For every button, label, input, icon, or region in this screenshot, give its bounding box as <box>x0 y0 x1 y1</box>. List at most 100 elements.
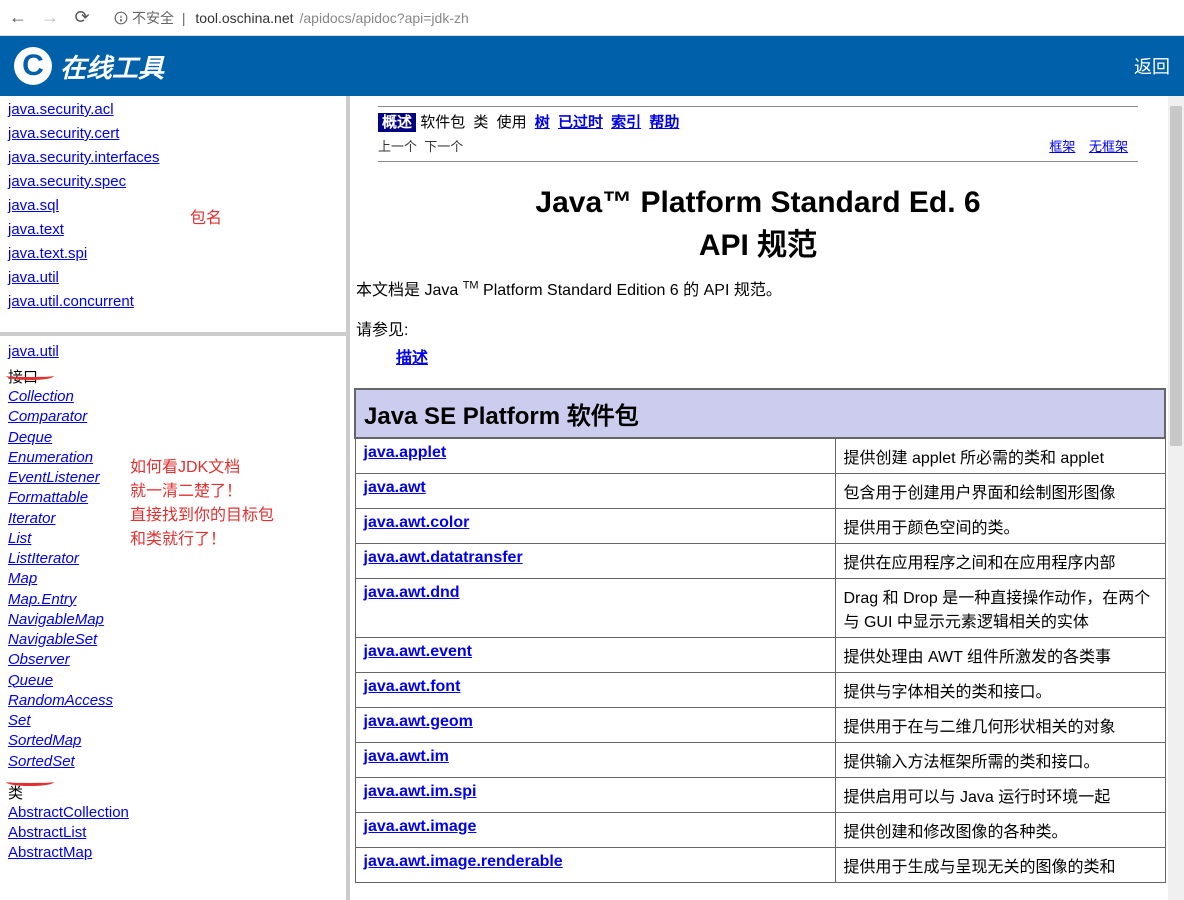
packages-table: Java SE Platform 软件包 java.applet 提供创建 app… <box>354 388 1166 883</box>
package-table-link[interactable]: java.applet <box>364 444 447 461</box>
package-link[interactable]: java.security.acl <box>8 98 338 122</box>
interface-link[interactable]: NavigableMap <box>8 610 338 630</box>
address-bar[interactable]: 不安全 | tool.oschina.net/apidocs/apidoc?ap… <box>104 8 1176 28</box>
package-table-link[interactable]: java.awt.geom <box>364 713 473 730</box>
package-table-link[interactable]: java.awt.dnd <box>364 584 460 601</box>
interface-link[interactable]: SortedSet <box>8 752 338 772</box>
interface-link[interactable]: RandomAccess <box>8 691 338 711</box>
package-table-link[interactable]: java.awt.image <box>364 818 477 835</box>
package-link[interactable]: java.security.cert <box>8 122 338 146</box>
nav-frames[interactable]: 框架 <box>1049 139 1075 154</box>
nav-use: 使用 <box>497 114 527 131</box>
packages-frame[interactable]: java.security.acljava.security.certjava.… <box>0 96 346 336</box>
main-frame[interactable]: 概述 软件包 类 使用 树 已过时 索引 帮助 上一个 下一个 框架 <box>350 96 1184 900</box>
package-table-link[interactable]: java.awt <box>364 479 426 496</box>
back-icon[interactable]: ← <box>8 8 28 28</box>
header-back-link[interactable]: 返回 <box>1134 53 1170 79</box>
package-desc: 提供启用可以与 Java 运行时环境一起 <box>835 778 1165 813</box>
package-desc: 提供用于在与二维几何形状相关的对象 <box>835 708 1165 743</box>
api-description: 本文档是 Java TM Platform Standard Edition 6… <box>356 276 1166 300</box>
package-table-link[interactable]: java.awt.event <box>364 643 473 660</box>
class-link[interactable]: AbstractMap <box>8 843 338 863</box>
table-row: java.awt.image 提供创建和修改图像的各种类。 <box>355 813 1165 848</box>
package-desc: 提供创建和修改图像的各种类。 <box>835 813 1165 848</box>
interface-link[interactable]: Set <box>8 711 338 731</box>
url-path: /apidocs/apidoc?api=jdk-zh <box>300 10 469 26</box>
package-desc: 包含用于创建用户界面和绘制图形图像 <box>835 474 1165 509</box>
nav-overview[interactable]: 概述 <box>378 113 416 132</box>
table-row: java.awt.geom 提供用于在与二维几何形状相关的对象 <box>355 708 1165 743</box>
logo-icon[interactable]: C <box>14 47 52 85</box>
package-table-link[interactable]: java.awt.im.spi <box>364 783 477 800</box>
reload-icon[interactable]: ⟳ <box>72 8 92 28</box>
package-desc: 提供用于颜色空间的类。 <box>835 509 1165 544</box>
package-link[interactable]: java.text.spi <box>8 242 338 266</box>
package-desc: 提供处理由 AWT 组件所激发的各类事 <box>835 638 1165 673</box>
interface-link[interactable]: Queue <box>8 671 338 691</box>
interface-link[interactable]: Collection <box>8 387 338 407</box>
package-desc: 提供在应用程序之间和在应用程序内部 <box>835 544 1165 579</box>
site-header: C 在线工具 返回 <box>0 36 1184 96</box>
table-row: java.awt.image.renderable提供用于生成与呈现无关的图像的… <box>355 848 1165 883</box>
interface-link[interactable]: Comparator <box>8 407 338 427</box>
package-table-link[interactable]: java.awt.im <box>364 748 449 765</box>
nav-prev: 上一个 <box>378 139 417 154</box>
classes-frame[interactable]: java.util 接口 CollectionComparatorDequeEn… <box>0 336 346 900</box>
browser-toolbar: ← → ⟳ 不安全 | tool.oschina.net/apidocs/api… <box>0 0 1184 36</box>
interfaces-heading: 接口 <box>8 366 338 387</box>
interface-link[interactable]: Deque <box>8 428 338 448</box>
api-title: Java™ Platform Standard Ed. 6 API 规范 <box>350 186 1166 264</box>
table-title: Java SE Platform 软件包 <box>355 389 1165 438</box>
package-link[interactable]: java.security.spec <box>8 170 338 194</box>
nav-noframes[interactable]: 无框架 <box>1089 139 1128 154</box>
doc-nav-bar: 概述 软件包 类 使用 树 已过时 索引 帮助 上一个 下一个 框架 <box>378 106 1138 162</box>
annotation-howto: 如何看JDK文档 就一清二楚了！ 直接找到你的目标包 和类就行了！ <box>130 456 274 552</box>
site-title: 在线工具 <box>60 48 164 85</box>
package-desc: 提供创建 applet 所必需的类和 applet <box>835 438 1165 474</box>
interface-link[interactable]: Map.Entry <box>8 590 338 610</box>
package-link[interactable]: java.security.interfaces <box>8 146 338 170</box>
see-also: 请参见: 描述 <box>356 316 1166 368</box>
see-also-link[interactable]: 描述 <box>396 344 1166 368</box>
package-desc: 提供输入方法框架所需的类和接口。 <box>835 743 1165 778</box>
nav-next: 下一个 <box>424 139 463 154</box>
forward-icon[interactable]: → <box>40 8 60 28</box>
package-table-link[interactable]: java.awt.datatransfer <box>364 549 523 566</box>
table-row: java.awt.font 提供与字体相关的类和接口。 <box>355 673 1165 708</box>
nav-package: 软件包 <box>420 114 465 131</box>
nav-index[interactable]: 索引 <box>611 114 641 131</box>
interface-link[interactable]: NavigableSet <box>8 630 338 650</box>
interface-link[interactable]: Map <box>8 569 338 589</box>
nav-help[interactable]: 帮助 <box>649 114 679 131</box>
table-row: java.awt.im 提供输入方法框架所需的类和接口。 <box>355 743 1165 778</box>
nav-deprecated[interactable]: 已过时 <box>558 114 603 131</box>
package-desc: Drag 和 Drop 是一种直接操作动作，在两个与 GUI 中显示元素逻辑相关… <box>835 579 1165 638</box>
table-row: java.awt.color 提供用于颜色空间的类。 <box>355 509 1165 544</box>
interface-link[interactable]: ListIterator <box>8 549 338 569</box>
nav-tree[interactable]: 树 <box>535 114 550 131</box>
package-table-link[interactable]: java.awt.color <box>364 514 470 531</box>
current-package-link[interactable]: java.util <box>8 340 338 364</box>
package-link[interactable]: java.util.concurrent <box>8 290 338 314</box>
interface-link[interactable]: SortedMap <box>8 731 338 751</box>
class-link[interactable]: AbstractList <box>8 823 338 843</box>
red-underline-icon <box>6 372 54 380</box>
red-underline-icon <box>6 778 54 786</box>
class-link[interactable]: AbstractCollection <box>8 803 338 823</box>
table-row: java.applet 提供创建 applet 所必需的类和 applet <box>355 438 1165 474</box>
insecure-label: 不安全 <box>132 8 174 28</box>
package-table-link[interactable]: java.awt.font <box>364 678 461 695</box>
package-desc: 提供与字体相关的类和接口。 <box>835 673 1165 708</box>
interface-link[interactable]: Observer <box>8 650 338 670</box>
table-row: java.awt.dnd Drag 和 Drop 是一种直接操作动作，在两个与 G… <box>355 579 1165 638</box>
scrollbar-thumb[interactable] <box>1170 106 1182 446</box>
table-row: java.awt 包含用于创建用户界面和绘制图形图像 <box>355 474 1165 509</box>
package-table-link[interactable]: java.awt.image.renderable <box>364 853 563 870</box>
package-link[interactable]: java.util <box>8 266 338 290</box>
package-link[interactable]: java.text <box>8 218 338 242</box>
url-host: tool.oschina.net <box>195 10 293 26</box>
table-row: java.awt.event 提供处理由 AWT 组件所激发的各类事 <box>355 638 1165 673</box>
table-row: java.awt.datatransfer 提供在应用程序之间和在应用程序内部 <box>355 544 1165 579</box>
annotation-pkg-name: 包名 <box>190 204 222 228</box>
package-link[interactable]: java.sql <box>8 194 338 218</box>
